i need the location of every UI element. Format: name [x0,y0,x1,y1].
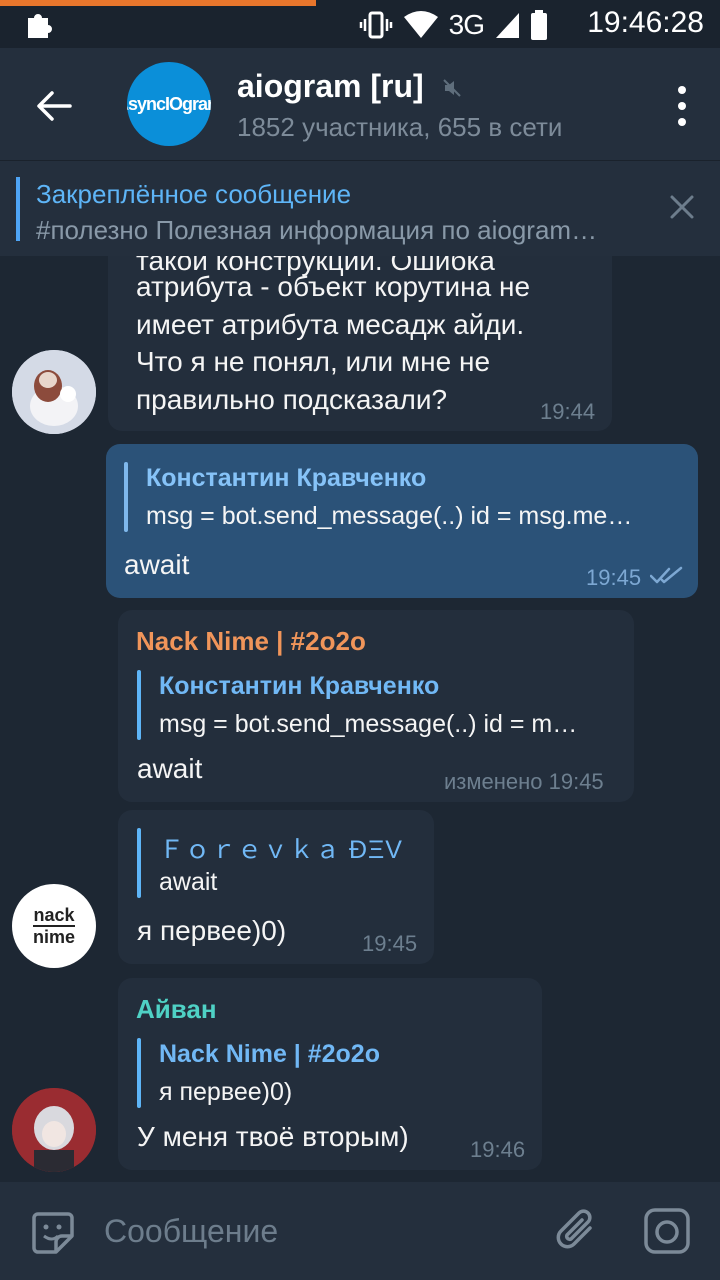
puzzle-icon [28,14,52,38]
network-type: 3G [448,9,485,40]
reply-author: Ｆｏｒｅｖｋａ ĐΞV [159,836,403,864]
user-avatar-image [12,350,96,434]
sticker-icon[interactable] [28,1208,78,1258]
chat-title[interactable]: aiogram [ru] [237,68,424,105]
back-arrow-icon [37,91,72,121]
message-time: 19:44 [540,399,596,424]
message-line: имеет атрибута месадж айди. [136,309,525,340]
message-text: я первее)0) [137,915,287,946]
user-avatar-image [12,1088,96,1172]
message-text: await [137,753,203,784]
avatar-logo-top: nack [33,905,75,927]
reply-author: Nack Nime | #2o2o [159,1040,380,1068]
message-time: изменено 19:45 [444,769,604,794]
message-line: атрибута - объект корутина не [136,271,531,302]
message-time: 19:46 [470,1137,526,1162]
reply-author: Константин Кравченко [159,672,440,700]
reply-accent-bar [137,670,141,740]
chat-avatar[interactable]: AsyncIOgram [127,62,211,146]
avatar-logo-bottom: nime [32,927,75,947]
sender-name[interactable]: Nack Nime | #2o2o [136,626,366,657]
status-clock: 19:46:28 [587,6,704,39]
message-input[interactable] [104,1202,524,1260]
message-composer [0,1182,720,1280]
sender-name[interactable]: Айван [136,994,217,1025]
pinned-title: Закреплённое сообщение [36,179,352,209]
more-vert-icon [678,86,686,94]
battery-icon [531,10,547,40]
pinned-message[interactable]: Закреплённое сообщение #полезно Полезная… [0,160,720,256]
reply-text: msg = bot.send_message(..) id = msg.me… [146,502,633,530]
back-button[interactable] [30,82,78,130]
mute-icon [443,79,461,97]
close-icon[interactable] [666,191,698,223]
avatar[interactable]: nack nime [12,884,96,968]
reply-text: я первее)0) [159,1078,293,1106]
reply-accent-bar [137,828,141,898]
more-options-button[interactable] [676,86,688,126]
pinned-text: #полезно Полезная информация по aiogram… [36,215,598,245]
pinned-accent-bar [16,177,20,241]
status-bar: 3G 19:46:28 [0,0,720,48]
double-check-icon [650,566,683,584]
camera-icon[interactable] [642,1206,692,1256]
message-text: await [124,549,190,580]
chat-header: AsyncIOgram aiogram [ru] 1852 участника,… [0,48,720,160]
reply-accent-bar [137,1038,141,1108]
reply-text: msg = bot.send_message(..) id = m… [159,710,578,738]
message-time: 19:45 [586,565,642,590]
message-list[interactable]: такой конструкции. Ошибка атрибута - объ… [0,256,720,1182]
avatar[interactable] [12,350,96,434]
chat-members-status: 1852 участника, 655 в сети [237,112,563,142]
message-line: Что я не понял, или мне не [136,346,491,377]
signal-icon [496,13,519,38]
wifi-icon [403,11,438,38]
message-text: У меня твоё вторым) [137,1121,409,1152]
reply-text: await [159,868,218,896]
message-time: 19:45 [362,931,418,956]
chat-avatar-logo: AsyncIOgram [127,93,211,114]
message-line: правильно подсказали? [136,384,448,415]
vibrate-icon [359,11,392,39]
avatar[interactable] [12,1088,96,1172]
attach-icon[interactable] [552,1206,602,1256]
reply-accent-bar [124,462,128,532]
loading-progress-bar [0,0,316,6]
reply-author: Константин Кравченко [146,464,427,492]
